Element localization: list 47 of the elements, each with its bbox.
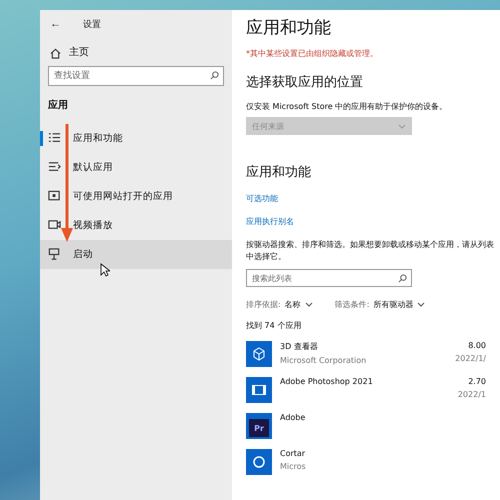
install-date: 2022/1/ (455, 354, 486, 363)
home-icon (50, 48, 61, 58)
web-icon (48, 190, 61, 203)
install-date: 2022/1 (458, 390, 486, 399)
chevron-down-icon (417, 302, 426, 307)
search-field[interactable]: 查找设置 (48, 66, 224, 86)
app-name: Cortar (280, 449, 306, 458)
cube-icon (246, 341, 272, 367)
film-icon (246, 377, 272, 403)
home-nav-item[interactable]: 主页 (40, 44, 232, 62)
sort-dropdown[interactable]: 排序依据: 名称 (246, 299, 313, 310)
page-title: 应用和功能 (246, 17, 332, 40)
startup-icon (48, 248, 61, 261)
section-heading: 选择获取应用的位置 (246, 74, 364, 91)
window-title: 设置 (83, 18, 101, 30)
chevron-down-icon (304, 302, 313, 307)
section-heading: 应用 (47, 98, 69, 113)
app-name: Adobe Photoshop 2021 (280, 377, 374, 386)
list-search-field[interactable]: 搜索此列表 (246, 269, 412, 287)
section-heading: 应用和功能 (246, 164, 312, 181)
app-size: 2.70 (468, 377, 486, 386)
sidebar-item[interactable]: 应用和功能 (40, 124, 232, 153)
app-name: Adobe (280, 413, 306, 422)
video-icon (48, 219, 61, 232)
sidebar-item[interactable]: 默认应用 (40, 153, 232, 182)
sidebar-item[interactable]: 可使用网站打开的应用 (40, 182, 232, 211)
link[interactable]: 应用执行别名 (246, 216, 294, 227)
link[interactable]: 可选功能 (246, 193, 278, 204)
sort-dropdown[interactable]: 筛选条件: 所有驱动器 (334, 299, 426, 310)
list-icon (48, 132, 61, 145)
app-publisher: Micros (280, 462, 307, 471)
description-text: 按驱动器搜索、排序和筛选。如果想要卸载或移动某个应用，请从列表中选择它。 (246, 239, 495, 263)
sidebar-item[interactable]: 启动 (40, 240, 232, 269)
app-size: 8.00 (468, 341, 486, 350)
search-icon (398, 274, 407, 283)
app-count: 找到 74 个应用 (246, 320, 302, 331)
description-text: 仅安装 Microsoft Store 中的应用有助于保护你的设备。 (246, 101, 448, 113)
defaults-icon (48, 161, 61, 174)
app-publisher: Microsoft Corporation (280, 356, 368, 365)
mouse-cursor-icon (100, 263, 110, 277)
app-name: 3D 查看器 (280, 341, 319, 352)
policy-notice: *其中某些设置已由组织隐藏或管理。 (246, 48, 379, 59)
search-icon (210, 71, 219, 80)
app-icon: Pr (246, 413, 272, 439)
chevron-down-icon (398, 124, 406, 128)
back-button[interactable]: ← (50, 18, 61, 30)
sidebar-item[interactable]: 视频播放 (40, 211, 232, 240)
